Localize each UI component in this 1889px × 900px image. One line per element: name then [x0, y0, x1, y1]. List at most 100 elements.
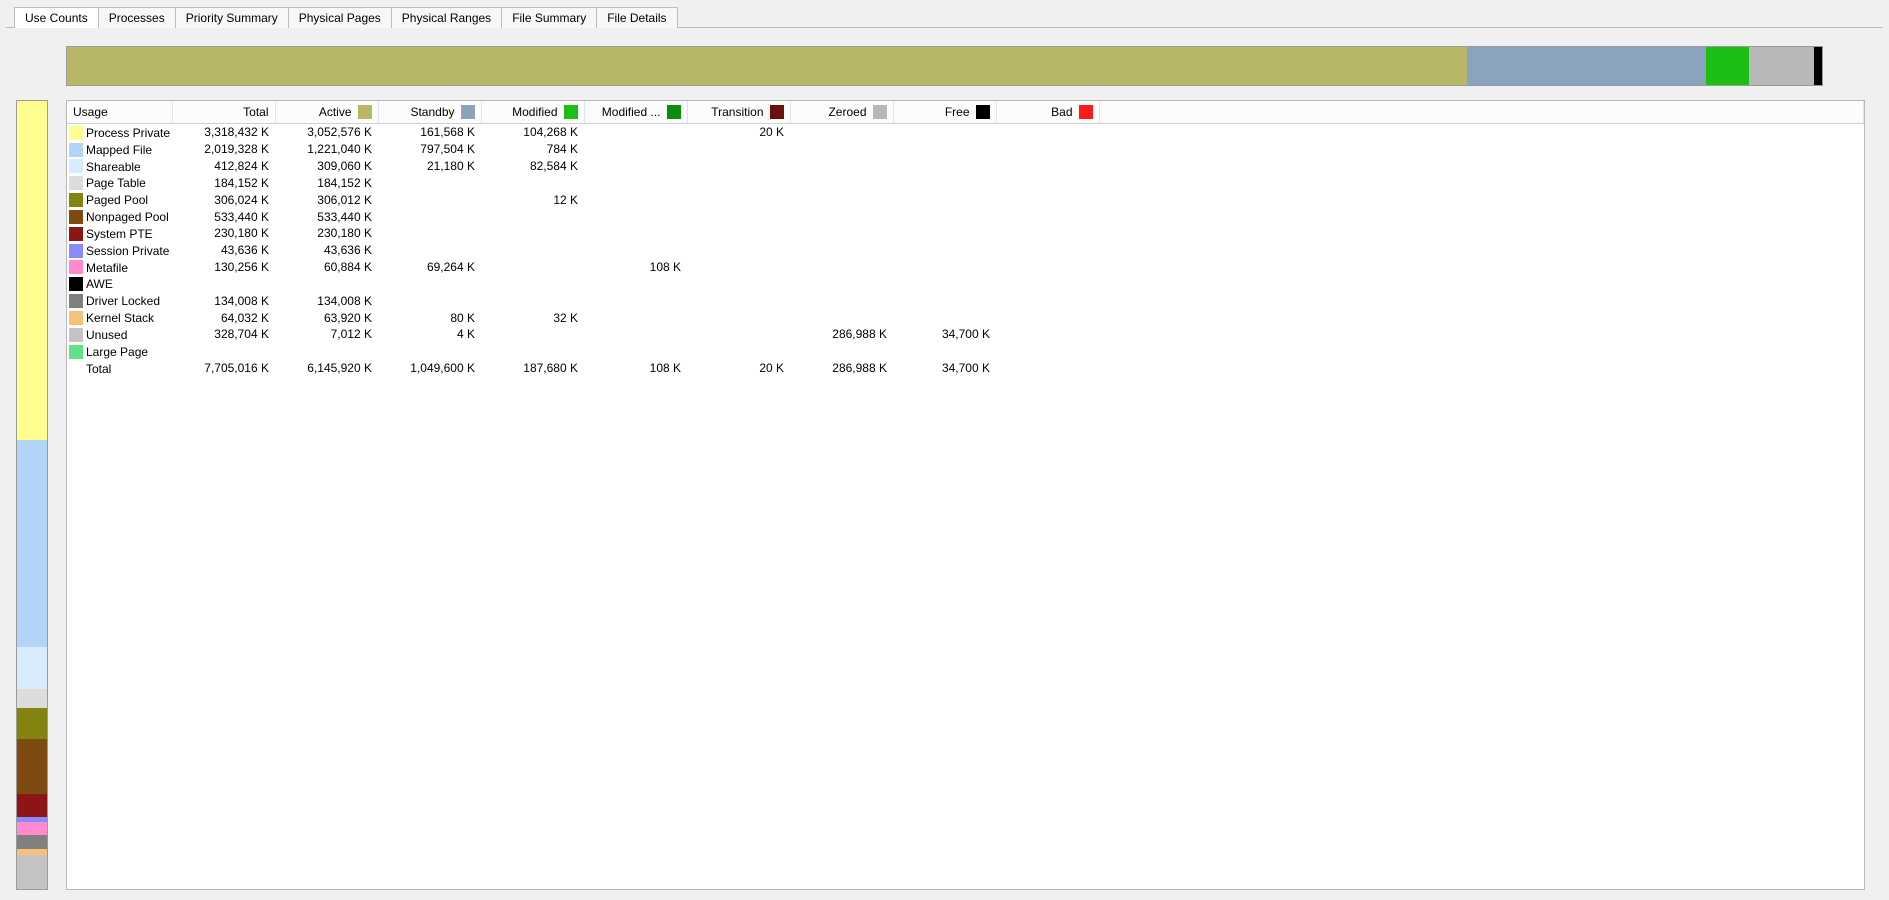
- cell-transition: [687, 208, 790, 225]
- cell-transition: [687, 326, 790, 343]
- cell-active: [275, 275, 378, 292]
- cell-modified_nw: [584, 141, 687, 158]
- column-header-label: Standby: [410, 105, 454, 119]
- column-swatch-icon: [1079, 105, 1093, 119]
- column-header-active[interactable]: Active: [275, 101, 378, 124]
- tab-priority-summary[interactable]: Priority Summary: [175, 7, 289, 28]
- usage-label: Process Private: [86, 126, 170, 140]
- cell-bad: [996, 275, 1099, 292]
- row-swatch-icon: [69, 159, 83, 173]
- usage-label: Page Table: [86, 176, 146, 190]
- column-swatch-icon: [976, 105, 990, 119]
- tab-file-summary[interactable]: File Summary: [501, 7, 597, 28]
- cell-transition: [687, 259, 790, 276]
- tab-use-counts[interactable]: Use Counts: [14, 7, 99, 28]
- tab-processes[interactable]: Processes: [98, 7, 176, 28]
- column-header-free[interactable]: Free: [893, 101, 996, 124]
- cell-modified_nw: [584, 309, 687, 326]
- table-row[interactable]: Metafile130,256 K60,884 K69,264 K108 K: [67, 259, 1864, 276]
- cell-bad: [996, 158, 1099, 175]
- row-swatch-icon: [69, 328, 83, 342]
- tab-file-details[interactable]: File Details: [596, 7, 677, 28]
- usage-label: Kernel Stack: [86, 311, 154, 325]
- cell-modified_nw: [584, 275, 687, 292]
- cell-total: 134,008 K: [172, 292, 275, 309]
- cell-standby: 797,504 K: [378, 141, 481, 158]
- column-header-standby[interactable]: Standby: [378, 101, 481, 124]
- table-row[interactable]: Nonpaged Pool533,440 K533,440 K: [67, 208, 1864, 225]
- usage-label: Large Page: [86, 345, 148, 359]
- cell-free: [893, 292, 996, 309]
- table-row[interactable]: Large Page: [67, 343, 1864, 360]
- table-row[interactable]: System PTE230,180 K230,180 K: [67, 225, 1864, 242]
- table-row[interactable]: Paged Pool306,024 K306,012 K12 K: [67, 191, 1864, 208]
- cell-zeroed: [790, 259, 893, 276]
- cell-standby: [378, 191, 481, 208]
- state-bar-segment: [67, 47, 1467, 85]
- column-header-label: Active: [319, 105, 352, 119]
- cell-modified: 784 K: [481, 141, 584, 158]
- cell-modified_nw: [584, 343, 687, 360]
- cell-zeroed: [790, 275, 893, 292]
- tab-physical-pages[interactable]: Physical Pages: [288, 7, 392, 28]
- table-row[interactable]: Driver Locked134,008 K134,008 K: [67, 292, 1864, 309]
- state-bar-segment: [1467, 47, 1706, 85]
- cell-zeroed: [790, 158, 893, 175]
- table-row[interactable]: AWE: [67, 275, 1864, 292]
- cell-zeroed: [790, 292, 893, 309]
- column-header-transition[interactable]: Transition: [687, 101, 790, 124]
- cell-total: 412,824 K: [172, 158, 275, 175]
- usage-bar-segment: [17, 440, 47, 647]
- column-header-total[interactable]: Total: [172, 101, 275, 124]
- cell-standby: 21,180 K: [378, 158, 481, 175]
- cell-active: 134,008 K: [275, 292, 378, 309]
- column-header-modified[interactable]: Modified: [481, 101, 584, 124]
- usage-bar-segment: [17, 689, 47, 708]
- table-row[interactable]: Shareable412,824 K309,060 K21,180 K82,58…: [67, 158, 1864, 175]
- cell-total: 230,180 K: [172, 225, 275, 242]
- table-row[interactable]: Process Private3,318,432 K3,052,576 K161…: [67, 124, 1864, 141]
- column-header-usage[interactable]: Usage: [67, 101, 172, 124]
- row-swatch-icon: [69, 277, 83, 291]
- usage-label: Unused: [86, 328, 127, 342]
- cell-bad: [996, 309, 1099, 326]
- cell-zeroed: [790, 141, 893, 158]
- tab-physical-ranges[interactable]: Physical Ranges: [391, 7, 502, 28]
- table-row[interactable]: Kernel Stack64,032 K63,920 K80 K32 K: [67, 309, 1864, 326]
- column-header-modified_nw[interactable]: Modified ...: [584, 101, 687, 124]
- table-row[interactable]: Mapped File2,019,328 K1,221,040 K797,504…: [67, 141, 1864, 158]
- column-header-label: Total: [243, 105, 268, 119]
- cell-bad: [996, 141, 1099, 158]
- cell-bad: [996, 191, 1099, 208]
- cell-modified_nw: [584, 124, 687, 141]
- row-swatch-icon: [69, 260, 83, 274]
- cell-free: [893, 259, 996, 276]
- column-header-filler: [1099, 101, 1864, 124]
- cell-active: 63,920 K: [275, 309, 378, 326]
- table-row[interactable]: Session Private43,636 K43,636 K: [67, 242, 1864, 259]
- cell-zeroed: [790, 174, 893, 191]
- column-swatch-icon: [667, 105, 681, 119]
- use-counts-table[interactable]: Usage Total Active Standby ModifiedModified …: [67, 101, 1864, 376]
- cell-bad: [996, 326, 1099, 343]
- column-header-zeroed[interactable]: Zeroed: [790, 101, 893, 124]
- cell-zeroed: 286,988 K: [790, 360, 893, 377]
- cell-free: [893, 141, 996, 158]
- row-swatch-icon: [69, 143, 83, 157]
- total-row[interactable]: Total7,705,016 K6,145,920 K1,049,600 K18…: [67, 360, 1864, 377]
- cell-bad: [996, 259, 1099, 276]
- cell-modified_nw: [584, 174, 687, 191]
- cell-modified: 82,584 K: [481, 158, 584, 175]
- table-row[interactable]: Page Table184,152 K184,152 K: [67, 174, 1864, 191]
- column-header-bad[interactable]: Bad: [996, 101, 1099, 124]
- column-swatch-icon: [873, 105, 887, 119]
- usage-label: Metafile: [86, 260, 128, 274]
- cell-standby: 80 K: [378, 309, 481, 326]
- cell-total: 64,032 K: [172, 309, 275, 326]
- cell-modified_nw: 108 K: [584, 259, 687, 276]
- cell-total: 43,636 K: [172, 242, 275, 259]
- cell-modified_nw: [584, 225, 687, 242]
- cell-zeroed: [790, 208, 893, 225]
- usage-label: AWE: [86, 277, 113, 291]
- table-row[interactable]: Unused328,704 K7,012 K4 K286,988 K34,700…: [67, 326, 1864, 343]
